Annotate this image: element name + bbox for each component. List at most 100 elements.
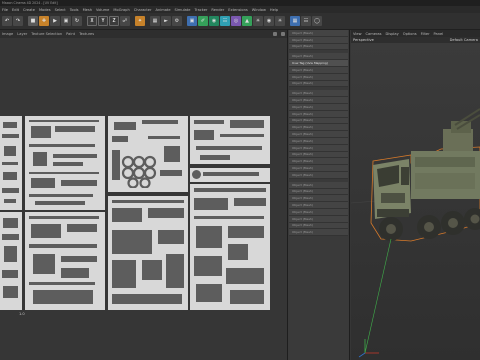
- object-item[interactable]: Object (Mesh): [289, 181, 348, 189]
- uv-canvas[interactable]: 1.0: [0, 38, 287, 360]
- subdivision-surface-icon[interactable]: ◉: [209, 16, 219, 26]
- uv-tile-8: [108, 196, 188, 310]
- light-icon[interactable]: ☀: [275, 16, 285, 26]
- uv-menu-textures[interactable]: Textures: [79, 32, 94, 36]
- uv-maximize-icon[interactable]: [281, 32, 285, 36]
- object-item[interactable]: Object (Mesh): [289, 80, 348, 88]
- menu-extensions[interactable]: Extensions: [228, 8, 248, 12]
- vp-menu-display[interactable]: Display: [386, 32, 399, 36]
- object-item[interactable]: Object (Mesh): [289, 151, 348, 159]
- uv-island-grid: 1.0: [0, 116, 272, 316]
- object-item[interactable]: Object (Mesh): [289, 188, 348, 196]
- viewport-scene[interactable]: [351, 43, 480, 360]
- rotate-tool-icon[interactable]: ↻: [72, 16, 82, 26]
- menu-character[interactable]: Character: [134, 8, 152, 12]
- object-item[interactable]: Object (Mesh): [289, 165, 348, 172]
- grid-icon[interactable]: ☷: [301, 16, 311, 26]
- render-settings-icon[interactable]: ⚙: [172, 16, 182, 26]
- object-item[interactable]: Object (Mesh): [289, 110, 348, 118]
- menu-window[interactable]: Window: [252, 8, 266, 12]
- menu-select[interactable]: Select: [55, 8, 66, 12]
- object-item[interactable]: Object (Mesh): [289, 229, 348, 237]
- menu-help[interactable]: Help: [270, 8, 278, 12]
- uv-menu-image[interactable]: Image: [2, 32, 13, 36]
- scene-icon[interactable]: ☀: [253, 16, 263, 26]
- object-item[interactable]: Object (Mesh): [289, 222, 348, 230]
- snap-icon[interactable]: ✦: [135, 16, 145, 26]
- menu-create[interactable]: Create: [23, 8, 35, 12]
- object-item[interactable]: Object (Mesh): [289, 195, 348, 203]
- vp-menu-panel[interactable]: Panel: [434, 32, 444, 36]
- uv-editor-panel: Image Layer Texture Selection Paint Text…: [0, 30, 288, 360]
- uv-tick-label: 1.0: [19, 312, 25, 316]
- menu-edit[interactable]: Edit: [12, 8, 19, 12]
- object-item[interactable]: Object (Mesh): [289, 36, 348, 44]
- app-window: Maxon Cinema 4D 2024 - [UV Edit] File Ed…: [0, 0, 480, 360]
- object-item[interactable]: Object (Mesh): [289, 66, 348, 74]
- vp-menu-view[interactable]: View: [353, 32, 362, 36]
- object-item[interactable]: Object (Mesh): [289, 43, 348, 51]
- object-item[interactable]: Object (Mesh): [289, 30, 348, 37]
- vp-menu-filter[interactable]: Filter: [421, 32, 430, 36]
- array-icon[interactable]: ☷: [220, 16, 230, 26]
- cube-icon[interactable]: ▣: [187, 16, 197, 26]
- object-item[interactable]: Object (Mesh): [289, 53, 348, 61]
- object-item[interactable]: Object (Mesh): [289, 171, 348, 179]
- uv-wheel-islands: [121, 155, 157, 188]
- main-toolbar: ↶ ↷ ■ ✚ ▶ ▣ ↻ X Y Z ☍ ✦ ▦ ► ⚙ ▣ ✐ ◉ ☷ ◎ …: [0, 13, 480, 30]
- uv-tile-5: [190, 168, 270, 182]
- object-item[interactable]: Object (Mesh): [289, 124, 348, 132]
- move-tool-icon[interactable]: ✚: [39, 16, 49, 26]
- y-axis-toggle[interactable]: Y: [98, 16, 108, 26]
- menu-file[interactable]: File: [2, 8, 8, 12]
- menu-tools[interactable]: Tools: [70, 8, 79, 12]
- uv-tile-7: [25, 212, 105, 310]
- coordinate-system-icon[interactable]: ☍: [120, 16, 130, 26]
- deformer-icon[interactable]: ◎: [231, 16, 241, 26]
- object-item[interactable]: Object (Mesh): [289, 97, 348, 104]
- camera-icon[interactable]: ◉: [264, 16, 274, 26]
- menu-modes[interactable]: Modes: [39, 8, 51, 12]
- object-item[interactable]: Object (Mesh): [289, 215, 348, 223]
- menu-tracker[interactable]: Tracker: [194, 8, 207, 12]
- object-item[interactable]: Object (Mesh): [289, 73, 348, 81]
- z-axis-toggle[interactable]: Z: [109, 16, 119, 26]
- uv-menu-paint[interactable]: Paint: [66, 32, 75, 36]
- object-item[interactable]: Object (Mesh): [289, 131, 348, 138]
- x-axis-toggle[interactable]: X: [87, 16, 97, 26]
- menu-mograph[interactable]: MoGraph: [113, 8, 129, 12]
- uv-menu-texture-selection[interactable]: Texture Selection: [31, 32, 62, 36]
- vp-menu-options[interactable]: Options: [403, 32, 417, 36]
- object-item[interactable]: Object (Mesh): [289, 137, 348, 145]
- redo-icon[interactable]: ↷: [13, 16, 23, 26]
- object-item[interactable]: Object (Mesh): [289, 103, 348, 111]
- spline-pen-icon[interactable]: ✐: [198, 16, 208, 26]
- uv-nav-icon[interactable]: [273, 32, 277, 36]
- object-item[interactable]: Object (Mesh): [289, 117, 348, 125]
- uv-menu-layer[interactable]: Layer: [17, 32, 27, 36]
- scale-tool-icon[interactable]: ▣: [61, 16, 71, 26]
- field-icon[interactable]: ▲: [242, 16, 252, 26]
- layout-icon[interactable]: ▦: [290, 16, 300, 26]
- object-item[interactable]: Object (Mesh): [289, 90, 348, 98]
- object-item[interactable]: Object (Mesh): [289, 144, 348, 152]
- object-item[interactable]: Object (Mesh): [289, 208, 348, 216]
- vp-menu-cameras[interactable]: Cameras: [366, 32, 382, 36]
- light-bulb-icon[interactable]: ◯: [312, 16, 322, 26]
- menu-render[interactable]: Render: [211, 8, 224, 12]
- select-tool-icon[interactable]: ▶: [50, 16, 60, 26]
- menu-simulate[interactable]: Simulate: [175, 8, 191, 12]
- render-region-icon[interactable]: ▦: [150, 16, 160, 26]
- uv-tile-4: [190, 116, 270, 164]
- menu-volume[interactable]: Volume: [96, 8, 109, 12]
- render-view-icon[interactable]: ►: [161, 16, 171, 26]
- model-mode-icon[interactable]: ■: [28, 16, 38, 26]
- menu-mesh[interactable]: Mesh: [83, 8, 92, 12]
- object-item[interactable]: Object (Mesh): [289, 202, 348, 209]
- menu-animate[interactable]: Animate: [155, 8, 170, 12]
- viewport-camera-label: Default Camera: [449, 38, 478, 42]
- object-item[interactable]: Object (Mesh): [289, 158, 348, 166]
- uv-tile-2: [25, 116, 105, 210]
- uvw-tag-item[interactable]: Uvw Tag (Uvw Mapping): [289, 60, 348, 67]
- undo-icon[interactable]: ↶: [2, 16, 12, 26]
